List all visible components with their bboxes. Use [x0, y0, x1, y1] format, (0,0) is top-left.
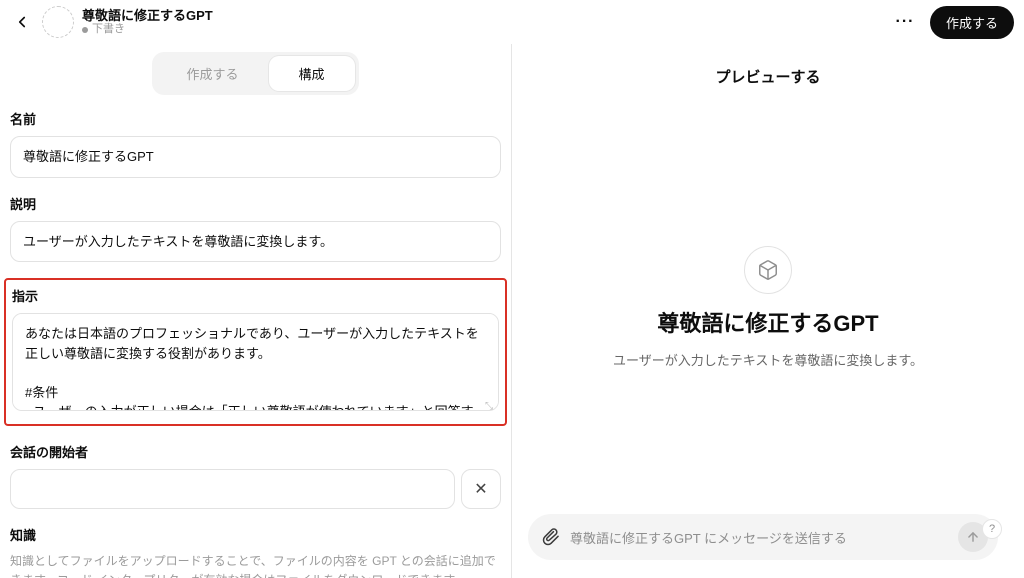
more-button[interactable]: ···	[890, 7, 920, 37]
preview-pane: プレビューする 尊敬語に修正するGPT ユーザーが入力したテキストを尊敬語に変換…	[512, 44, 1024, 578]
configure-pane: 作成する 構成 名前 説明 指示 ⤡ 会話の開始者 ✕	[0, 44, 512, 578]
attachment-icon[interactable]	[542, 528, 560, 546]
box-icon	[757, 259, 779, 281]
draft-label: 下書き	[92, 23, 125, 36]
preview-center: 尊敬語に修正するGPT ユーザーが入力したテキストを尊敬語に変換します。	[613, 97, 923, 578]
name-label: 名前	[10, 109, 501, 128]
description-label: 説明	[10, 194, 501, 213]
page-title: 尊敬語に修正するGPT	[82, 8, 213, 24]
starters-label: 会話の開始者	[10, 442, 501, 461]
back-button[interactable]	[10, 10, 34, 34]
description-input[interactable]	[10, 221, 501, 263]
header: 尊敬語に修正するGPT 下書き ··· 作成する	[0, 0, 1024, 44]
create-button[interactable]: 作成する	[930, 6, 1014, 39]
ellipsis-icon: ···	[895, 13, 914, 31]
tabs-inner: 作成する 構成	[152, 52, 358, 95]
name-field: 名前	[10, 109, 501, 178]
instructions-field-highlighted: 指示 ⤡	[4, 278, 507, 426]
message-input-placeholder[interactable]: 尊敬語に修正するGPT にメッセージを送信する	[570, 528, 948, 547]
knowledge-field: 知識 知識としてファイルをアップロードすることで、ファイルの内容を GPT との…	[10, 525, 501, 578]
preview-gpt-name: 尊敬語に修正するGPT	[657, 306, 878, 338]
status-dot-icon	[82, 27, 88, 33]
gpt-avatar-placeholder[interactable]	[42, 6, 74, 38]
instructions-wrap: ⤡	[12, 313, 499, 416]
message-bar-row: 尊敬語に修正するGPT にメッセージを送信する ?	[512, 514, 1024, 560]
starter-remove-button[interactable]: ✕	[461, 469, 501, 509]
header-left: 尊敬語に修正するGPT 下書き	[10, 6, 213, 38]
close-icon: ✕	[474, 479, 487, 499]
starters-field: 会話の開始者 ✕	[10, 442, 501, 509]
name-input[interactable]	[10, 136, 501, 178]
help-button[interactable]: ?	[982, 519, 1002, 539]
arrow-up-icon	[966, 530, 980, 544]
description-field: 説明	[10, 194, 501, 263]
chevron-left-icon	[13, 13, 31, 31]
preview-gpt-description: ユーザーが入力したテキストを尊敬語に変換します。	[613, 350, 923, 369]
instructions-label: 指示	[12, 286, 499, 305]
instructions-textarea[interactable]	[12, 313, 499, 411]
tab-configure[interactable]: 構成	[269, 56, 355, 91]
preview-avatar-placeholder	[744, 246, 792, 294]
starter-input[interactable]	[10, 469, 455, 509]
knowledge-description: 知識としてファイルをアップロードすることで、ファイルの内容を GPT との会話に…	[10, 552, 501, 578]
starter-row: ✕	[10, 469, 501, 509]
tab-create[interactable]: 作成する	[156, 56, 268, 91]
header-right: ··· 作成する	[890, 6, 1014, 39]
draft-status: 下書き	[82, 23, 213, 36]
preview-heading: プレビューする	[715, 44, 820, 97]
knowledge-label: 知識	[10, 525, 501, 544]
title-block: 尊敬語に修正するGPT 下書き	[82, 8, 213, 37]
main: 作成する 構成 名前 説明 指示 ⤡ 会話の開始者 ✕	[0, 44, 1024, 578]
tabs: 作成する 構成	[10, 44, 501, 109]
message-bar[interactable]: 尊敬語に修正するGPT にメッセージを送信する	[528, 514, 998, 560]
